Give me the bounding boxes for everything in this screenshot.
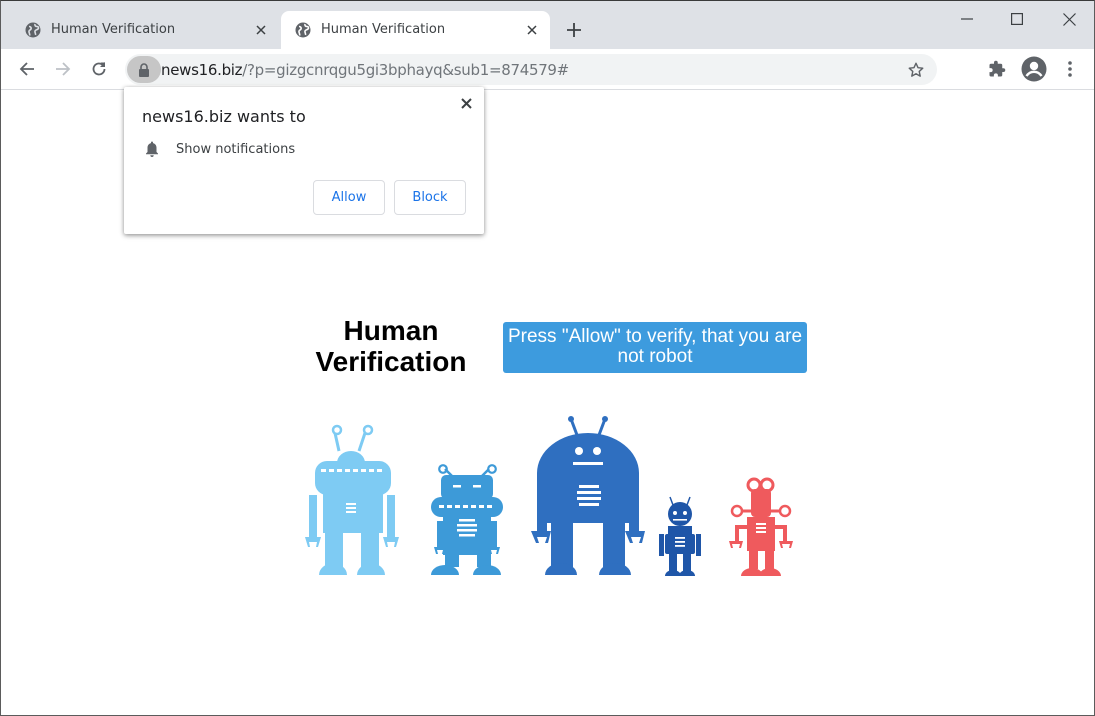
menu-button[interactable] bbox=[1056, 55, 1084, 83]
url-text[interactable]: news16.biz/?p=gizgcnrqgu5gi3bphayq&sub1=… bbox=[161, 61, 569, 79]
url-host: news16.biz bbox=[161, 61, 243, 79]
back-icon bbox=[19, 62, 34, 76]
allow-button[interactable]: Allow bbox=[313, 180, 385, 215]
browser-window: Human Verification Human Verification ne… bbox=[0, 0, 1095, 716]
maximize-button[interactable] bbox=[994, 5, 1040, 33]
close-icon bbox=[1062, 12, 1076, 26]
robots-illustration bbox=[305, 416, 793, 576]
bookmark-button[interactable] bbox=[905, 59, 927, 81]
robot-medium-blue bbox=[431, 464, 503, 575]
close-icon bbox=[460, 97, 472, 109]
tab-inactive[interactable]: Human Verification bbox=[11, 11, 279, 49]
toolbar: news16.biz/?p=gizgcnrqgu5gi3bphayq&sub1=… bbox=[1, 49, 1094, 90]
address-bar[interactable]: news16.biz/?p=gizgcnrqgu5gi3bphayq&sub1=… bbox=[125, 54, 937, 85]
reload-icon bbox=[92, 62, 106, 76]
extensions-icon bbox=[989, 60, 1006, 77]
globe-icon bbox=[295, 22, 311, 38]
maximize-icon bbox=[1011, 13, 1023, 25]
bell-icon bbox=[146, 141, 158, 157]
globe-icon bbox=[25, 22, 41, 38]
lock-icon bbox=[139, 62, 149, 77]
reload-button[interactable] bbox=[85, 55, 113, 83]
page-heading: Human Verification bbox=[315, 315, 467, 377]
verify-banner: Press "Allow" to verify, that you are no… bbox=[503, 322, 807, 373]
close-tab-icon[interactable] bbox=[251, 20, 271, 40]
permission-text: Show notifications bbox=[176, 142, 296, 157]
robot-light-blue bbox=[305, 424, 399, 575]
site-info-button[interactable] bbox=[127, 56, 161, 83]
url-path: /?p=gizgcnrqgu5gi3bphayq&sub1=874579# bbox=[242, 61, 569, 79]
forward-button[interactable] bbox=[49, 55, 77, 83]
back-button[interactable] bbox=[13, 55, 41, 83]
popup-title: news16.biz wants to bbox=[142, 107, 306, 126]
plus-icon bbox=[567, 23, 581, 37]
title-bar: Human Verification Human Verification bbox=[1, 1, 1094, 49]
robot-small-dark-blue bbox=[659, 496, 701, 576]
minimize-button[interactable] bbox=[944, 5, 990, 33]
robot-big-blue bbox=[531, 416, 645, 575]
new-tab-button[interactable] bbox=[563, 19, 585, 41]
star-icon bbox=[908, 62, 924, 77]
extensions-button[interactable] bbox=[983, 55, 1011, 83]
profile-icon bbox=[1021, 56, 1047, 82]
minimize-icon bbox=[961, 18, 973, 20]
profile-button[interactable] bbox=[1020, 55, 1048, 83]
tab-title: Human Verification bbox=[321, 22, 446, 37]
block-button[interactable]: Block bbox=[394, 180, 466, 215]
close-window-button[interactable] bbox=[1046, 5, 1092, 33]
forward-icon bbox=[56, 62, 71, 76]
tab-title: Human Verification bbox=[51, 22, 176, 37]
robot-red bbox=[729, 477, 793, 576]
menu-icon bbox=[1068, 61, 1072, 77]
close-tab-icon[interactable] bbox=[522, 20, 542, 40]
popup-close-button[interactable] bbox=[456, 93, 476, 113]
notification-permission-popup: news16.biz wants to Show notifications A… bbox=[124, 87, 484, 234]
tab-active[interactable]: Human Verification bbox=[281, 11, 550, 49]
